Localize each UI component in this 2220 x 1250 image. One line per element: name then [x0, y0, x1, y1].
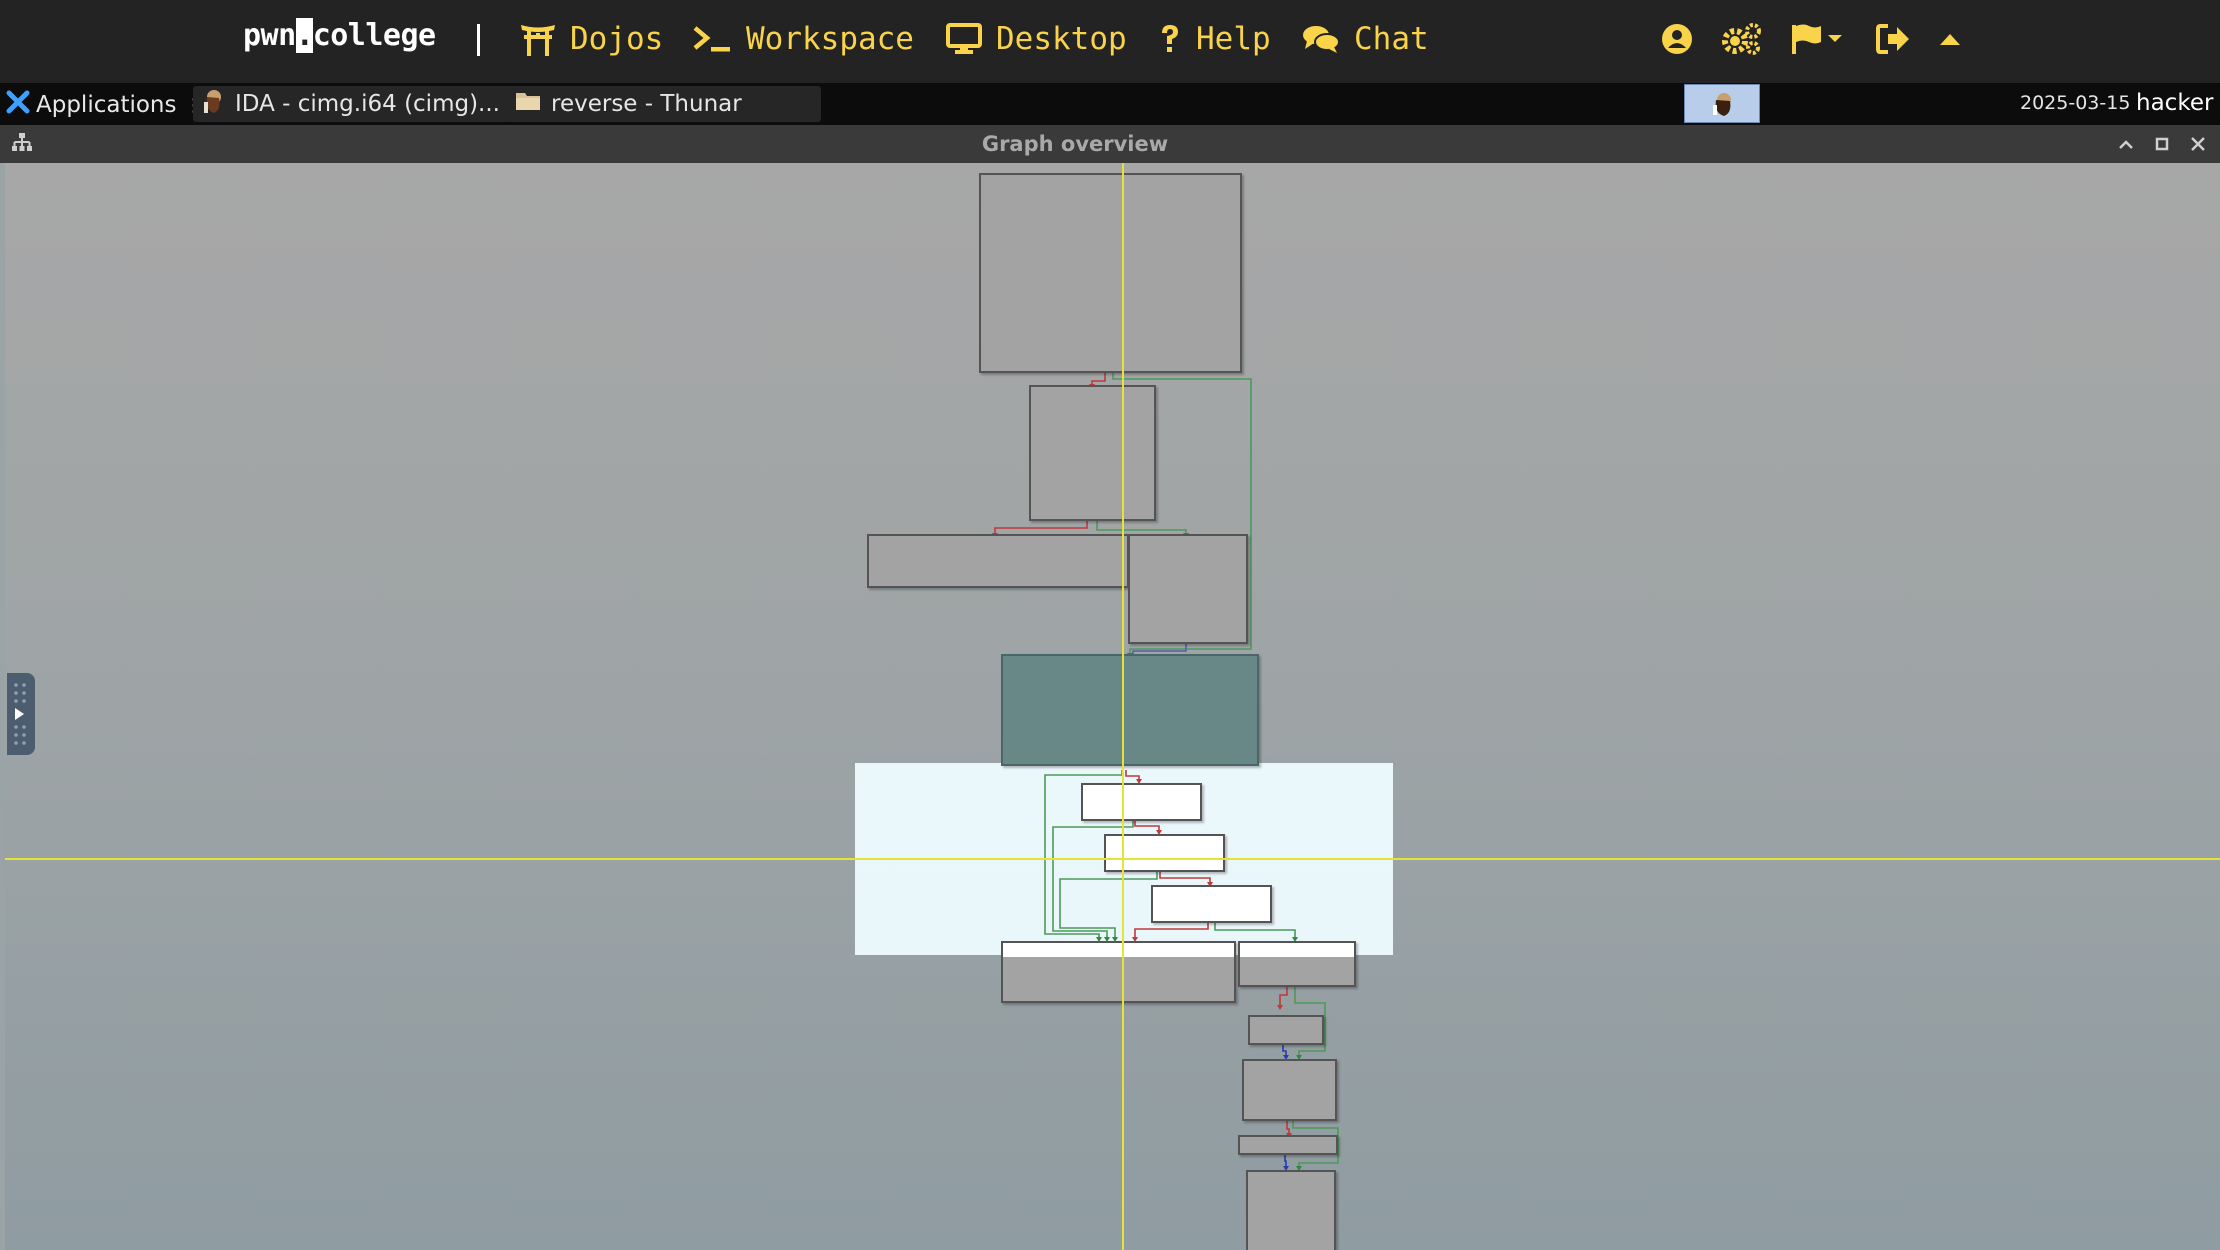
applications-menu[interactable]: Applications ⋮	[6, 90, 203, 120]
terminal-icon	[692, 24, 732, 54]
desktop-taskbar: Applications ⋮ IDA - cimg.i64 (cimg)... …	[0, 83, 2220, 125]
close-icon[interactable]	[2186, 132, 2210, 156]
brand-text-right: college	[312, 18, 436, 53]
flag-icon[interactable]	[1791, 18, 1843, 60]
caret-up-icon[interactable]	[1939, 18, 1961, 60]
task-thunar-label: reverse - Thunar	[551, 91, 742, 117]
crosshair-horizontal	[5, 858, 2220, 860]
task-ida-label: IDA - cimg.i64 (cimg)...	[235, 91, 500, 117]
workspace-window-icon	[1713, 93, 1731, 116]
graph-node-current[interactable]	[1001, 654, 1259, 766]
desktop-icon	[946, 23, 982, 55]
nav-chat-label: Chat	[1354, 21, 1429, 57]
workspace-switcher[interactable]	[1684, 84, 1760, 123]
applications-label: Applications	[36, 92, 177, 118]
crosshair-vertical	[1122, 163, 1124, 1250]
graph-node[interactable]	[979, 173, 1242, 373]
nav-desktop[interactable]: Desktop	[946, 14, 1127, 64]
nav-help[interactable]: Help	[1158, 14, 1271, 64]
sign-out-icon[interactable]	[1876, 18, 1910, 60]
graph-node[interactable]	[1001, 941, 1236, 1003]
site-brand-logo[interactable]: pwn.college	[243, 18, 436, 53]
graph-node[interactable]	[1151, 885, 1272, 923]
graph-node[interactable]	[1246, 1170, 1336, 1250]
graph-node[interactable]	[1081, 783, 1202, 821]
graph-node[interactable]	[1029, 385, 1156, 521]
nav-help-label: Help	[1196, 21, 1271, 57]
task-thunar[interactable]: reverse - Thunar	[507, 86, 821, 122]
graph-node[interactable]	[1238, 1135, 1338, 1155]
graph-node[interactable]	[867, 534, 1129, 588]
nav-chat[interactable]: Chat	[1302, 14, 1429, 64]
graph-node[interactable]	[1248, 1015, 1324, 1045]
cogs-icon[interactable]	[1721, 18, 1763, 60]
nav-dojos[interactable]: Dojos	[520, 14, 663, 64]
site-navbar: pwn.college Dojos Workspace Desktop Help…	[0, 0, 2220, 83]
task-ida[interactable]: IDA - cimg.i64 (cimg)...	[193, 86, 511, 122]
brand-cursor: .	[295, 18, 314, 53]
brand-separator	[477, 24, 480, 56]
xfce-logo-icon	[6, 90, 30, 120]
nav-desktop-label: Desktop	[996, 21, 1127, 57]
ida-icon	[201, 88, 225, 120]
graph-node[interactable]	[1242, 1059, 1337, 1121]
window-titlebar[interactable]: Graph overview	[0, 125, 2220, 163]
folder-icon	[515, 90, 541, 118]
user-circle-icon[interactable]	[1661, 18, 1693, 60]
session-user[interactable]: hacker	[2136, 90, 2213, 116]
nav-workspace[interactable]: Workspace	[692, 14, 914, 64]
torii-gate-icon	[520, 22, 556, 56]
graph-node[interactable]	[1128, 534, 1248, 644]
clock-date[interactable]: 2025-03-15	[2020, 92, 2130, 114]
window-title: Graph overview	[981, 132, 1169, 156]
question-icon	[1158, 23, 1182, 55]
brand-text-left: pwn	[243, 18, 296, 53]
maximize-icon[interactable]	[2150, 132, 2174, 156]
minimize-icon[interactable]	[2114, 132, 2138, 156]
graph-overview-canvas[interactable]	[5, 163, 2220, 1250]
graph-node[interactable]	[1238, 941, 1356, 987]
nav-workspace-label: Workspace	[746, 21, 914, 57]
nav-dojos-label: Dojos	[570, 21, 664, 57]
chat-bubbles-icon	[1302, 23, 1340, 55]
